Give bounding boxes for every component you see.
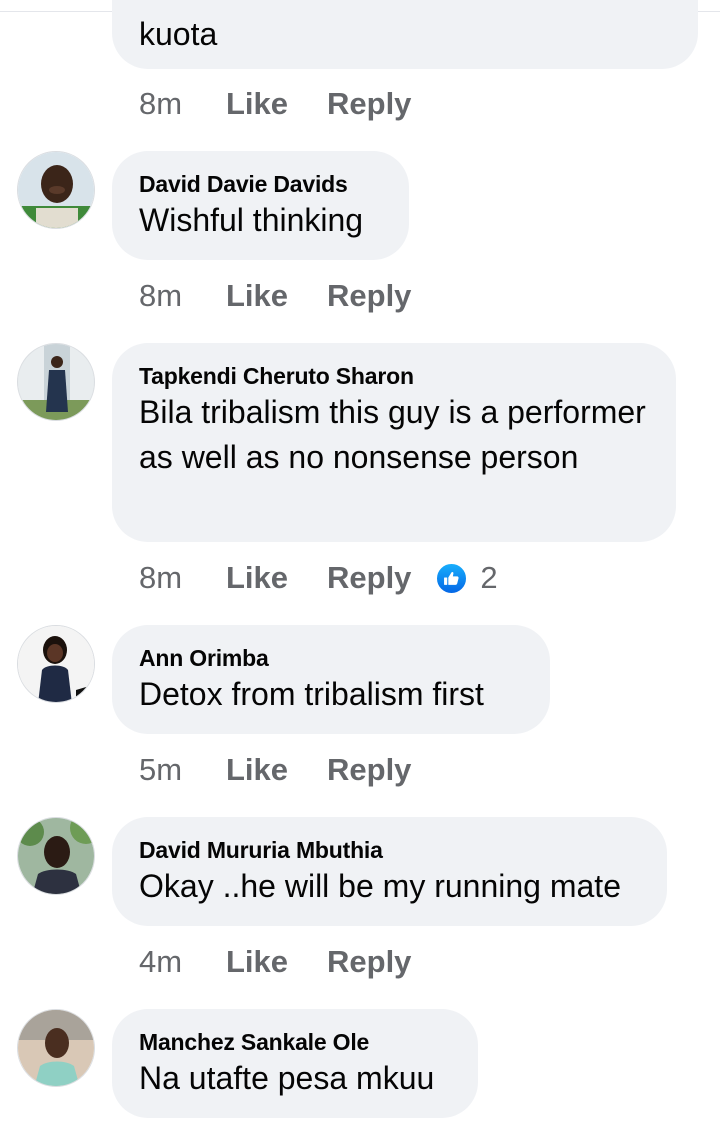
- comment-text: Na utafte pesa mkuu: [139, 1060, 435, 1096]
- comment-bubble: Tapkendi Cheruto Sharon Bila tribalism t…: [112, 343, 676, 542]
- comment-bubble: Ann Orimba Detox from tribalism first: [112, 625, 550, 734]
- reaction-summary[interactable]: 2: [435, 560, 498, 596]
- comment-actions: 8m Like Reply: [139, 84, 411, 124]
- comment-timestamp: 8m: [139, 278, 183, 313]
- comment-bubble: David Mururia Mbuthia Okay ..he will be …: [112, 817, 667, 926]
- comment-text: kuota: [139, 16, 218, 52]
- comment-bubble: kuota: [112, 0, 698, 69]
- like-reaction-icon: [435, 561, 469, 595]
- comment-actions: 8m Like Reply: [139, 276, 411, 316]
- comment-actions: 8m Like Reply 2: [139, 558, 498, 598]
- comment-author[interactable]: Tapkendi Cheruto Sharon: [139, 363, 650, 389]
- reply-link[interactable]: Reply: [327, 752, 411, 788]
- avatar[interactable]: [17, 1009, 95, 1087]
- comment-timestamp: 5m: [139, 752, 183, 787]
- comment-author[interactable]: David Mururia Mbuthia: [139, 837, 641, 863]
- avatar[interactable]: [17, 343, 95, 421]
- like-link[interactable]: Like: [226, 86, 327, 122]
- reply-link[interactable]: Reply: [327, 278, 411, 314]
- comment-timestamp: 8m: [139, 560, 183, 595]
- comment-actions: 5m Like Reply: [139, 750, 411, 790]
- like-link[interactable]: Like: [226, 944, 327, 980]
- comment-text: Bila tribalism this guy is a performer a…: [139, 394, 646, 475]
- like-link[interactable]: Like: [226, 560, 327, 596]
- comment-author[interactable]: David Davie Davids: [139, 171, 383, 197]
- comment-actions: 4m Like Reply: [139, 942, 411, 982]
- comment-author[interactable]: Ann Orimba: [139, 645, 524, 671]
- avatar[interactable]: [17, 151, 95, 229]
- comment-text: Detox from tribalism first: [139, 676, 484, 712]
- comment-text: Okay ..he will be my running mate: [139, 868, 621, 904]
- comment-timestamp: 8m: [139, 86, 183, 121]
- avatar[interactable]: [17, 817, 95, 895]
- comment-text: Wishful thinking: [139, 202, 364, 238]
- reply-link[interactable]: Reply: [327, 944, 411, 980]
- avatar[interactable]: [17, 625, 95, 703]
- reaction-count: 2: [480, 560, 498, 595]
- comment-bubble: David Davie Davids Wishful thinking: [112, 151, 409, 260]
- comment-author[interactable]: Manchez Sankale Ole: [139, 1029, 452, 1055]
- reply-link[interactable]: Reply: [327, 86, 411, 122]
- like-link[interactable]: Like: [226, 278, 327, 314]
- like-link[interactable]: Like: [226, 752, 327, 788]
- comment-bubble: Manchez Sankale Ole Na utafte pesa mkuu: [112, 1009, 478, 1118]
- reply-link[interactable]: Reply: [327, 560, 411, 596]
- comment-timestamp: 4m: [139, 944, 183, 979]
